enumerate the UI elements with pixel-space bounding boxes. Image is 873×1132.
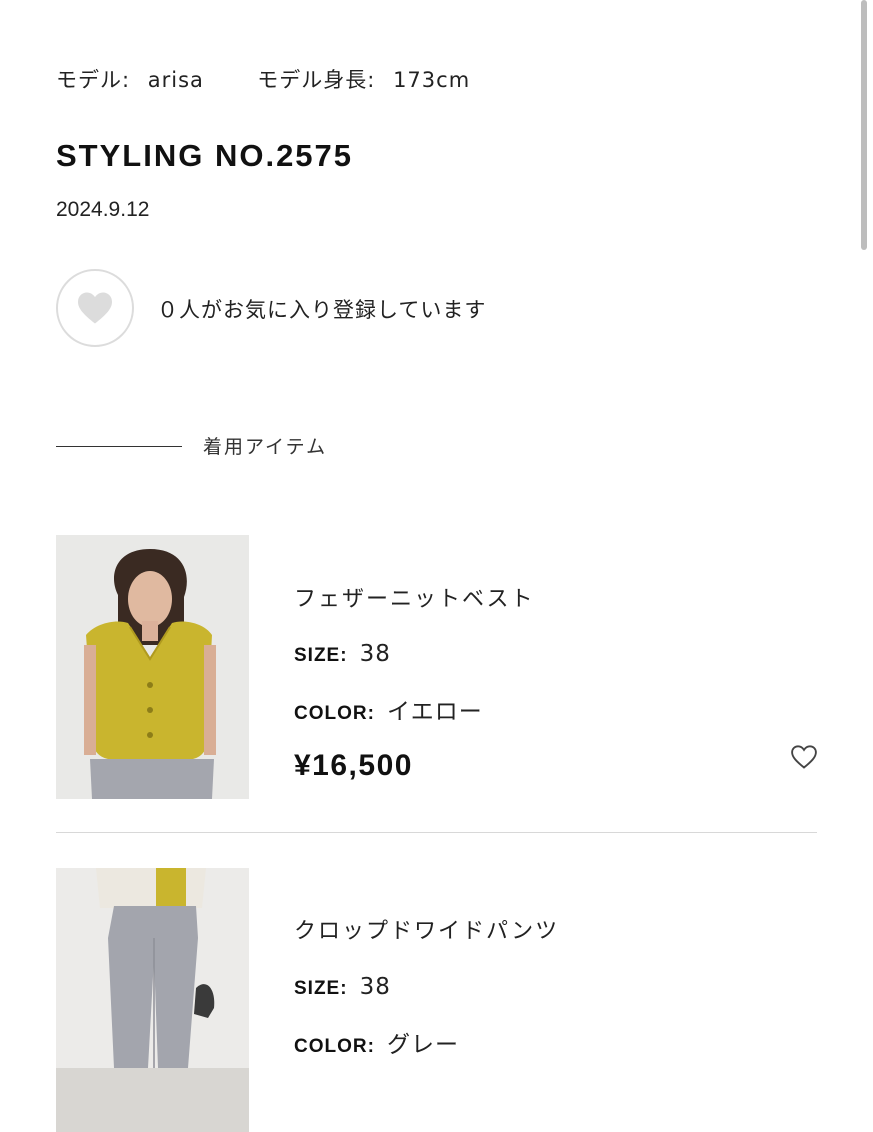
product-name[interactable]: クロップドワイドパンツ <box>294 913 559 945</box>
color-value: グレー <box>386 1032 459 1058</box>
size-label: SIZE: <box>294 978 348 999</box>
model-info: モデル: arisa モデル身長: 173cm <box>56 64 470 94</box>
color-label: COLOR: <box>294 1036 375 1057</box>
heart-outline-icon <box>791 745 817 769</box>
product-item: フェザーニットベスト SIZE: 38 COLOR: イエロー ¥16,500 <box>56 535 817 799</box>
size-label: SIZE: <box>294 645 348 666</box>
product-image[interactable] <box>56 535 249 799</box>
product-size: SIZE: 38 <box>294 641 391 667</box>
section-title: 着用アイテム <box>203 436 328 458</box>
color-value: イエロー <box>386 699 483 725</box>
product-color: COLOR: グレー <box>294 1025 459 1059</box>
heart-icon <box>78 292 112 324</box>
post-date: 2024.9.12 <box>56 198 150 221</box>
product-size: SIZE: 38 <box>294 974 391 1000</box>
product-color: COLOR: イエロー <box>294 692 483 726</box>
product-divider <box>56 832 817 833</box>
size-value: 38 <box>359 974 391 1000</box>
product-image[interactable] <box>56 868 249 1132</box>
product-item: クロップドワイドパンツ SIZE: 38 COLOR: グレー <box>56 868 817 1132</box>
size-value: 38 <box>359 641 391 667</box>
model-height-label: モデル身長: <box>257 68 376 92</box>
color-label: COLOR: <box>294 703 375 724</box>
model-height: 173cm <box>393 68 471 92</box>
product-favorite-button[interactable] <box>790 744 818 774</box>
page-title: STYLING NO.2575 <box>56 138 354 173</box>
favorite-button[interactable] <box>56 269 134 347</box>
model-name-label: モデル: <box>56 68 131 92</box>
product-name[interactable]: フェザーニットベスト <box>294 581 534 613</box>
scrollbar-thumb[interactable] <box>861 0 867 250</box>
section-divider-line <box>56 446 182 447</box>
model-name: arisa <box>147 68 204 92</box>
product-price: ¥16,500 <box>294 749 413 782</box>
favorite-count-text: ０人がお気に入り登録しています <box>157 298 487 322</box>
